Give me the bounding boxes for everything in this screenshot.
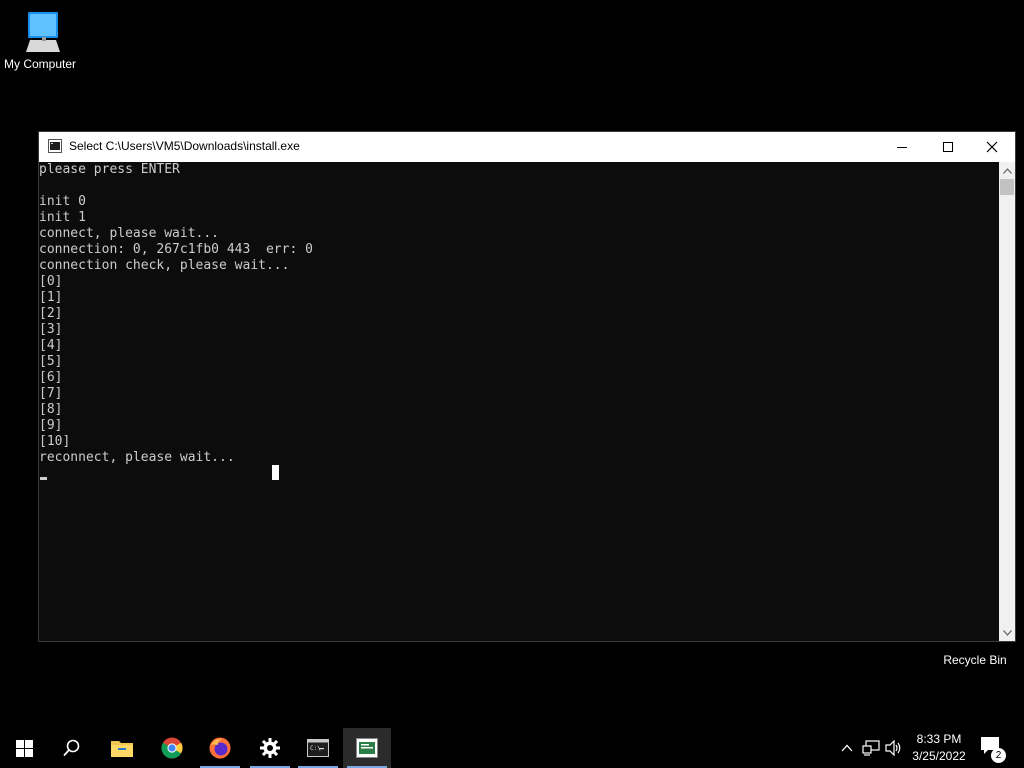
maximize-icon <box>943 142 953 152</box>
action-center-button[interactable]: 2 <box>980 736 1010 763</box>
minimize-button[interactable] <box>879 132 925 162</box>
console-app-button[interactable] <box>343 728 391 768</box>
desktop-icon-my-computer[interactable]: My Computer <box>0 8 80 71</box>
speaker-icon <box>885 740 901 756</box>
firefox-button[interactable] <box>196 728 244 768</box>
terminal-icon: C:\ <box>307 739 329 757</box>
volume-tray-button[interactable] <box>885 738 903 758</box>
window-titlebar[interactable]: Select C:\Users\VM5\Downloads\install.ex… <box>39 132 1015 162</box>
network-tray-button[interactable] <box>862 738 880 758</box>
scroll-up-button[interactable] <box>999 162 1015 179</box>
console-window[interactable]: Select C:\Users\VM5\Downloads\install.ex… <box>38 131 1016 642</box>
text-cursor <box>40 477 47 480</box>
start-button[interactable] <box>0 728 48 768</box>
desktop-icon-label: Recycle Bin <box>943 653 1007 667</box>
close-icon <box>986 141 998 153</box>
console-app-icon <box>48 139 62 153</box>
chrome-button[interactable] <box>148 728 196 768</box>
minimize-icon <box>897 147 907 148</box>
scrollbar-thumb[interactable] <box>1000 179 1014 195</box>
network-icon <box>862 740 880 756</box>
computer-icon <box>26 12 60 52</box>
chevron-up-icon <box>1002 167 1012 174</box>
show-hidden-icons-button[interactable] <box>838 738 856 758</box>
console-output-area[interactable]: please press ENTER init 0 init 1 connect… <box>39 162 999 641</box>
clock-date: 3/25/2022 <box>912 749 966 763</box>
file-explorer-button[interactable] <box>98 728 146 768</box>
desktop-icon-label: My Computer <box>3 57 77 71</box>
search-icon <box>63 739 80 757</box>
chrome-icon <box>161 737 183 759</box>
folder-icon <box>111 741 133 757</box>
selection-caret <box>272 465 279 480</box>
windows-logo-icon <box>15 739 33 757</box>
console-app-icon <box>356 738 378 758</box>
console-output-text: please press ENTER init 0 init 1 connect… <box>39 162 313 465</box>
notification-count-badge: 2 <box>991 748 1006 763</box>
scroll-down-button[interactable] <box>999 624 1015 641</box>
cmd-button[interactable]: C:\ <box>294 728 342 768</box>
close-button[interactable] <box>969 132 1015 162</box>
window-title: Select C:\Users\VM5\Downloads\install.ex… <box>69 139 300 153</box>
maximize-button[interactable] <box>925 132 971 162</box>
gear-icon <box>260 738 280 758</box>
taskbar: C:\ 8:33 PM 3/25/2022 2 <box>0 728 1024 768</box>
firefox-icon <box>209 737 231 759</box>
chevron-down-icon <box>1002 629 1012 636</box>
vertical-scrollbar[interactable] <box>999 162 1015 641</box>
clock-time: 8:33 PM <box>916 732 962 746</box>
clock[interactable]: 8:33 PM 3/25/2022 <box>904 731 974 765</box>
search-button[interactable] <box>48 728 96 768</box>
chevron-up-icon <box>841 744 853 752</box>
settings-button[interactable] <box>246 728 294 768</box>
